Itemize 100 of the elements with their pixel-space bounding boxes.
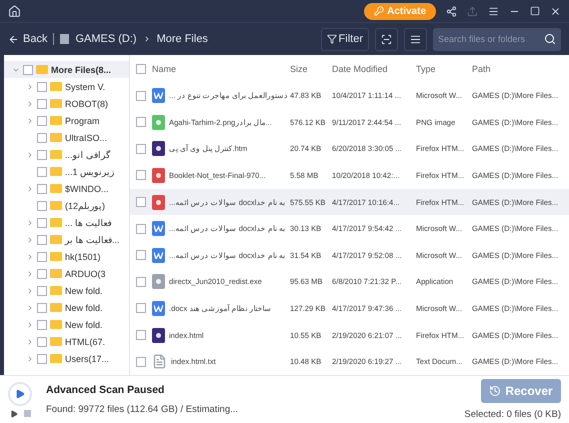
folder-icon — [36, 65, 48, 74]
tree-item[interactable]: ...زیرنویس 1 — [65, 166, 114, 176]
stop-icon[interactable] — [24, 410, 30, 416]
checkbox[interactable] — [37, 268, 47, 278]
tree-item[interactable]: UltraISO... — [65, 132, 108, 142]
breadcrumb-item[interactable]: GAMES (D:) — [75, 33, 137, 45]
expand-icon[interactable] — [26, 354, 34, 362]
resume-button[interactable] — [8, 382, 32, 406]
checkbox[interactable] — [136, 330, 146, 340]
folder-icon — [50, 116, 62, 125]
tree-item[interactable]: (پوربلم12) — [65, 200, 106, 210]
expand-icon[interactable] — [26, 218, 34, 226]
expand-icon[interactable] — [26, 150, 34, 158]
home-icon[interactable] — [8, 4, 21, 18]
checkbox[interactable] — [37, 116, 47, 126]
checkbox[interactable] — [37, 336, 47, 346]
expand-icon[interactable] — [26, 100, 34, 108]
select-all-checkbox[interactable] — [136, 64, 146, 74]
tree-item[interactable]: Program — [65, 116, 100, 126]
maximize-icon[interactable] — [530, 6, 540, 16]
tree-item[interactable]: ARDUO(3 — [65, 268, 106, 278]
checkbox[interactable] — [37, 320, 47, 330]
tree-item[interactable]: ROBOT(8) — [65, 98, 108, 108]
checkbox[interactable] — [37, 166, 47, 176]
checkbox[interactable] — [37, 286, 47, 296]
close-icon[interactable] — [550, 6, 561, 16]
folder-icon — [50, 252, 62, 261]
checkbox[interactable] — [37, 218, 47, 228]
back-button[interactable]: Back — [8, 33, 54, 45]
tree-item[interactable]: New fold. — [65, 302, 103, 312]
checkbox[interactable] — [136, 224, 146, 234]
checkbox[interactable] — [136, 276, 146, 287]
expand-icon[interactable] — [26, 304, 34, 312]
folder-icon — [50, 167, 62, 176]
menu-icon[interactable] — [488, 6, 499, 16]
checkbox[interactable] — [37, 98, 47, 108]
tree-item[interactable]: ...گرافی انو — [65, 150, 110, 160]
word-file-icon — [152, 88, 165, 104]
checkbox[interactable] — [23, 64, 33, 74]
column-header[interactable]: Name — [152, 64, 290, 74]
expand-icon[interactable] — [26, 184, 34, 192]
expand-icon[interactable] — [26, 252, 34, 260]
tree-item[interactable]: New fold. — [65, 320, 103, 330]
checkbox[interactable] — [37, 302, 47, 312]
checkbox[interactable] — [136, 250, 146, 260]
tree-item[interactable]: $WINDO... — [65, 184, 109, 194]
folder-icon — [50, 150, 62, 159]
tree-item[interactable]: Users(17... — [65, 354, 110, 364]
checkbox[interactable] — [37, 150, 47, 160]
expand-icon[interactable] — [26, 82, 34, 90]
checkbox[interactable] — [136, 144, 146, 154]
column-header[interactable]: Type — [416, 64, 472, 74]
checkbox[interactable] — [136, 356, 146, 367]
column-header[interactable]: Size — [290, 64, 332, 74]
word-file-icon — [152, 300, 165, 316]
tree-item[interactable]: ... فعالیت ها — [65, 218, 112, 228]
search-field[interactable]: Search files or folders — [433, 28, 561, 50]
list-icon — [410, 34, 421, 44]
expand-icon[interactable] — [26, 286, 34, 294]
folder-icon — [50, 218, 62, 227]
checkbox[interactable] — [136, 170, 146, 180]
tree-item[interactable]: New fold. — [65, 286, 103, 296]
checkbox[interactable] — [136, 197, 146, 208]
upload-icon[interactable] — [467, 6, 478, 16]
search-icon[interactable] — [544, 32, 556, 44]
expand-icon[interactable] — [26, 236, 34, 244]
folder-icon — [50, 201, 62, 210]
column-header[interactable]: Path — [472, 64, 569, 74]
filter-button[interactable]: Filter — [320, 28, 369, 50]
tree-item[interactable]: HTML(67. — [65, 336, 106, 346]
checkbox[interactable] — [37, 354, 47, 364]
play-icon — [15, 388, 25, 398]
breadcrumb-item[interactable]: More Files — [156, 33, 208, 45]
checkbox[interactable] — [136, 90, 146, 101]
checkbox[interactable] — [37, 132, 47, 142]
checkbox[interactable] — [37, 200, 47, 210]
tree-item[interactable]: فعالیت ها بر... — [65, 234, 120, 244]
expand-icon[interactable] — [26, 320, 34, 328]
folder-icon — [50, 320, 62, 329]
checkbox[interactable] — [136, 303, 146, 314]
expand-icon[interactable] — [26, 270, 34, 278]
column-header[interactable]: Date Modified — [332, 64, 416, 74]
folder-icon — [50, 184, 62, 193]
checkbox[interactable] — [136, 117, 146, 128]
folder-icon — [50, 269, 62, 278]
tree-item[interactable]: hk(1501) — [65, 252, 101, 262]
checkbox[interactable] — [37, 82, 47, 92]
checkbox[interactable] — [37, 252, 47, 262]
expand-icon[interactable] — [26, 116, 34, 124]
checkbox[interactable] — [37, 234, 47, 244]
word-file-icon — [152, 248, 165, 263]
scan-button[interactable] — [375, 28, 398, 50]
tree-item[interactable]: System V. — [65, 82, 106, 92]
expand-icon[interactable] — [26, 338, 34, 346]
list-view-button[interactable] — [404, 28, 427, 50]
share-icon[interactable] — [446, 6, 457, 16]
scan-status: Advanced Scan Paused — [46, 384, 166, 396]
play-icon[interactable] — [10, 410, 18, 418]
folder-icon — [50, 354, 62, 363]
checkbox[interactable] — [37, 184, 47, 194]
